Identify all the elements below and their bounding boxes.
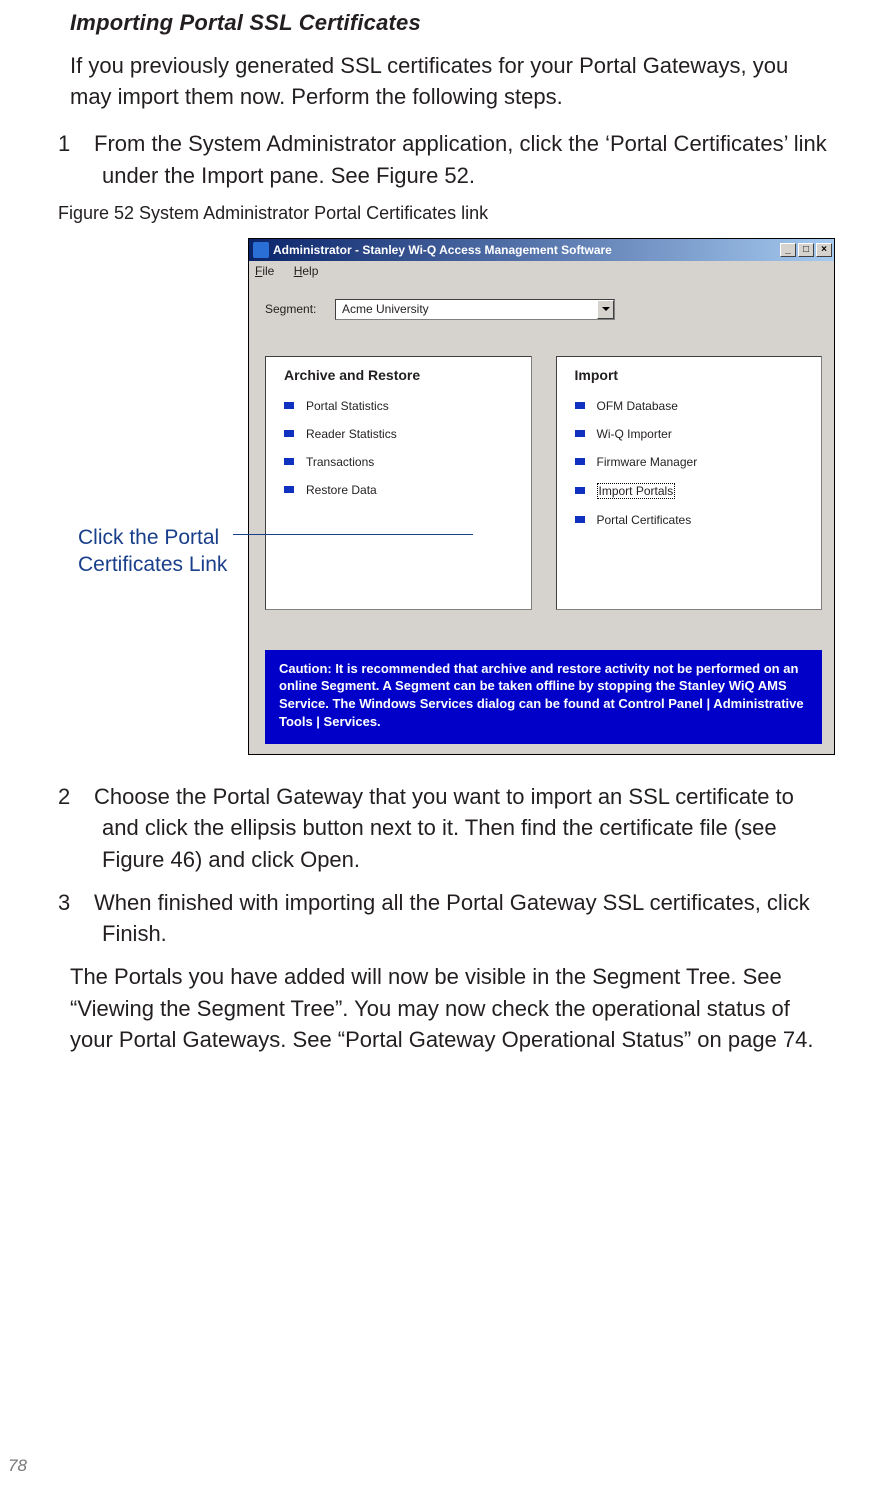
archive-list: Portal Statistics Reader Statistics Tran…	[284, 399, 519, 497]
admin-window: Administrator - Stanley Wi-Q Access Mana…	[248, 238, 835, 755]
minimize-button[interactable]: _	[780, 243, 796, 257]
bullet-icon	[284, 430, 294, 437]
bullet-icon	[284, 402, 294, 409]
section-heading: Importing Portal SSL Certificates	[70, 10, 835, 36]
bullet-icon	[575, 458, 585, 465]
step-text: From the System Administrator applicatio…	[94, 131, 827, 187]
segment-value: Acme University	[336, 302, 597, 316]
bullet-icon	[284, 486, 294, 493]
archive-link-reader-statistics[interactable]: Reader Statistics	[284, 427, 519, 441]
segment-combobox[interactable]: Acme University	[335, 299, 615, 320]
figure-row: Click the Portal Certificates Link Admin…	[58, 238, 835, 755]
caution-panel: Caution: It is recommended that archive …	[265, 650, 822, 744]
steps-list-b: 2Choose the Portal Gateway that you want…	[58, 781, 835, 949]
titlebar: Administrator - Stanley Wi-Q Access Mana…	[249, 239, 834, 261]
archive-link-restore-data[interactable]: Restore Data	[284, 483, 519, 497]
import-pane: Import OFM Database Wi-Q Importer Firmwa…	[556, 356, 823, 610]
step-3: 3When finished with importing all the Po…	[58, 887, 835, 949]
panes-row: Archive and Restore Portal Statistics Re…	[265, 356, 822, 610]
menubar: File Help	[249, 261, 834, 283]
menu-file[interactable]: File	[255, 264, 274, 278]
archive-pane: Archive and Restore Portal Statistics Re…	[265, 356, 532, 610]
import-link-portal-certificates[interactable]: Portal Certificates	[575, 513, 810, 527]
page-number: 78	[8, 1456, 27, 1476]
closing-paragraph: The Portals you have added will now be v…	[70, 961, 835, 1055]
archive-link-portal-statistics[interactable]: Portal Statistics	[284, 399, 519, 413]
step-text: Choose the Portal Gateway that you want …	[94, 784, 794, 871]
segment-row: Segment: Acme University	[265, 299, 822, 320]
archive-pane-title: Archive and Restore	[284, 367, 519, 383]
step-number: 1	[58, 128, 94, 159]
intro-paragraph: If you previously generated SSL certific…	[70, 50, 835, 112]
import-link-firmware-manager[interactable]: Firmware Manager	[575, 455, 810, 469]
step-number: 2	[58, 781, 94, 812]
chevron-down-icon[interactable]	[597, 300, 614, 319]
callout-label: Click the Portal Certificates Link	[78, 524, 248, 579]
step-number: 3	[58, 887, 94, 918]
figure-caption: Figure 52 System Administrator Portal Ce…	[58, 203, 835, 224]
step-2: 2Choose the Portal Gateway that you want…	[58, 781, 835, 875]
maximize-button[interactable]: □	[798, 243, 814, 257]
segment-label: Segment:	[265, 302, 335, 316]
window-title: Administrator - Stanley Wi-Q Access Mana…	[273, 243, 780, 257]
menu-help[interactable]: Help	[294, 264, 319, 278]
bullet-icon	[575, 402, 585, 409]
window-buttons: _ □ ×	[780, 243, 832, 257]
close-button[interactable]: ×	[816, 243, 832, 257]
app-icon	[253, 242, 269, 258]
bullet-icon	[575, 430, 585, 437]
bullet-icon	[284, 458, 294, 465]
import-pane-title: Import	[575, 367, 810, 383]
import-link-ofm-database[interactable]: OFM Database	[575, 399, 810, 413]
bullet-icon	[575, 487, 585, 494]
form-area: Segment: Acme University Archive and Res…	[249, 283, 834, 754]
steps-list-a: 1From the System Administrator applicati…	[58, 128, 835, 190]
import-list: OFM Database Wi-Q Importer Firmware Mana…	[575, 399, 810, 527]
step-1: 1From the System Administrator applicati…	[58, 128, 835, 190]
import-link-import-portals[interactable]: Import Portals	[575, 483, 810, 499]
step-text: When finished with importing all the Por…	[94, 890, 810, 946]
archive-link-transactions[interactable]: Transactions	[284, 455, 519, 469]
callout-leader-line	[233, 534, 473, 535]
bullet-icon	[575, 516, 585, 523]
import-link-wiq-importer[interactable]: Wi-Q Importer	[575, 427, 810, 441]
